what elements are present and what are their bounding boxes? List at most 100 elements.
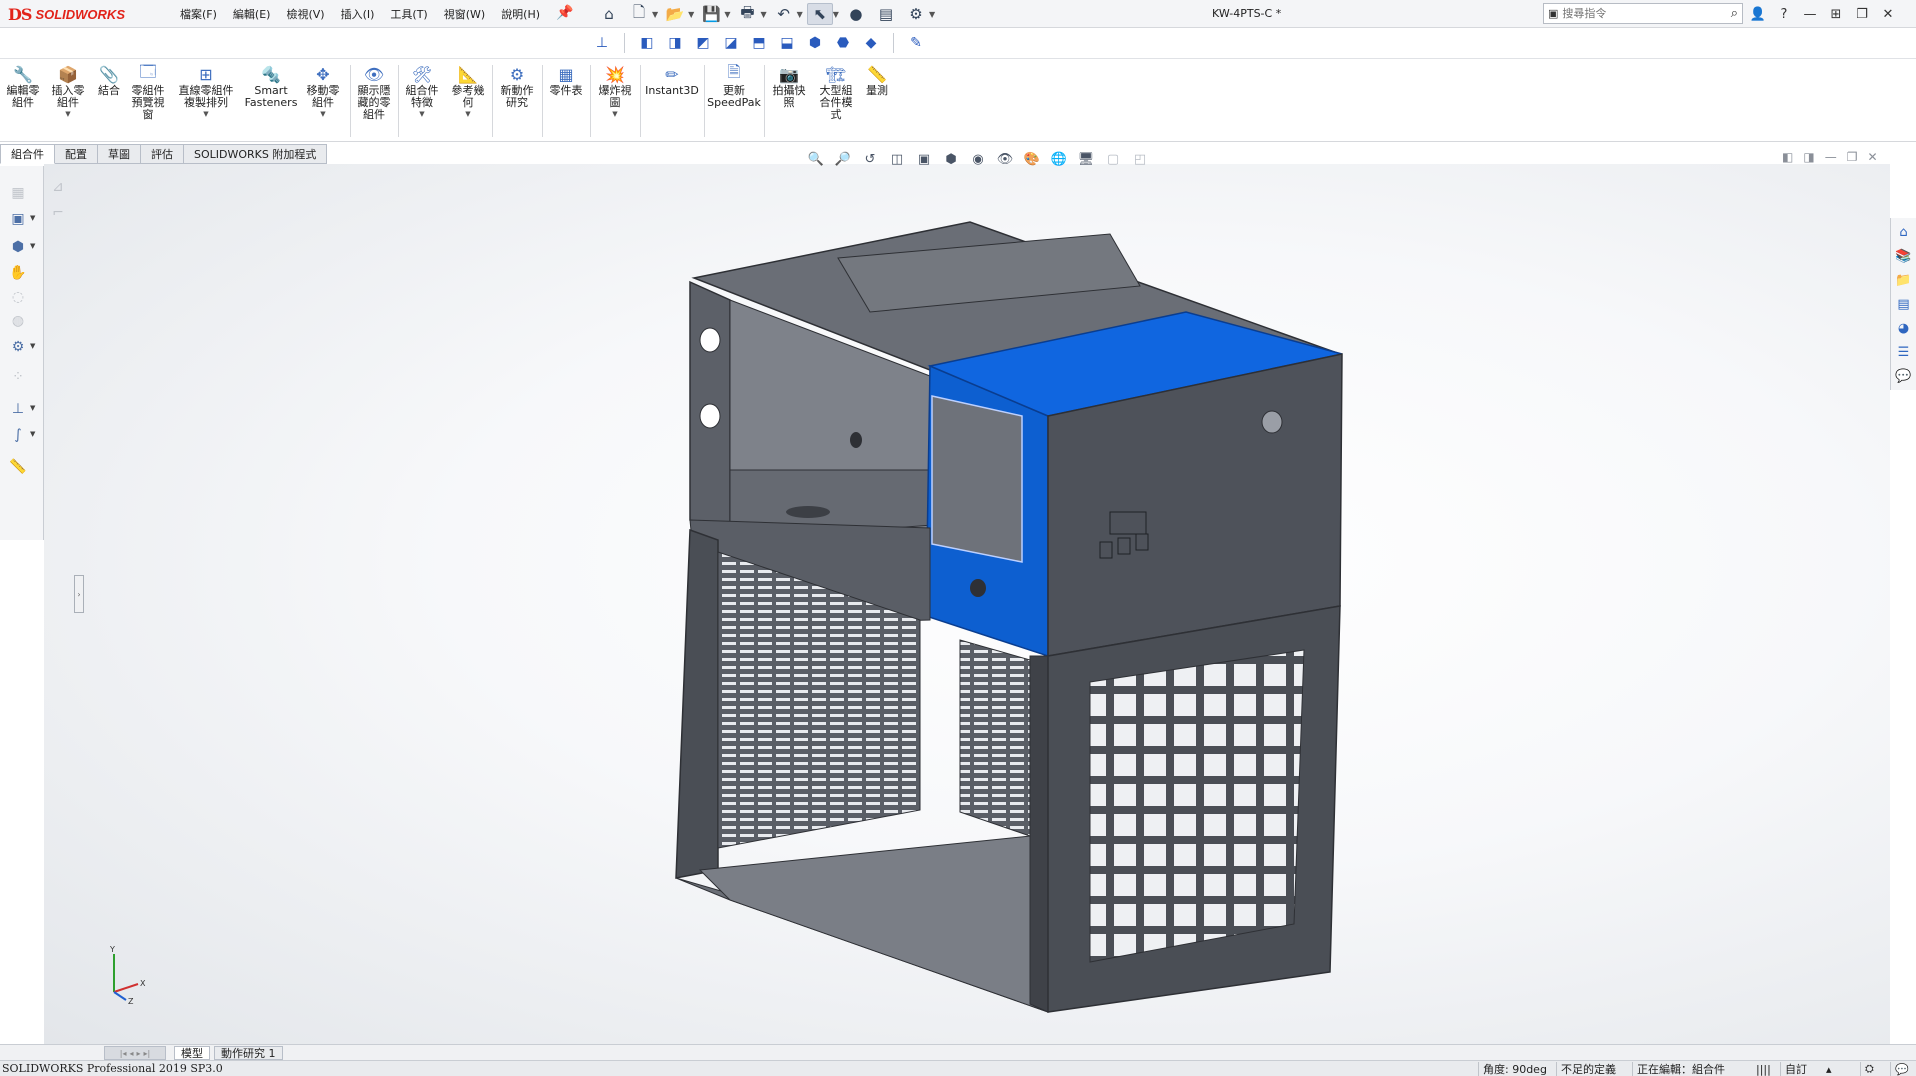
- suppress-icon[interactable]: ◍: [6, 310, 30, 332]
- select-cursor-icon[interactable]: ⬉: [806, 3, 833, 25]
- print-icon[interactable]: 🖶: [734, 3, 760, 25]
- chevron-down-icon[interactable]: ▼: [30, 404, 35, 412]
- linear-pattern-button[interactable]: ⊞ 直線零組件 複製排列 ▼: [174, 63, 238, 119]
- show-hidden-components-button[interactable]: 👁 顯示隱 藏的零 組件: [354, 63, 394, 121]
- solidworks-logo[interactable]: DS SOLIDWORKS: [8, 2, 148, 26]
- tile-left-icon[interactable]: ◧: [1782, 150, 1793, 164]
- component-preview-button[interactable]: 🗔 零組件 預覽視 窗: [128, 62, 168, 121]
- chat-icon[interactable]: 💬: [1890, 1062, 1913, 1076]
- menu-window[interactable]: 視窗(W): [436, 6, 493, 22]
- pattern-icon[interactable]: ⁘: [6, 366, 30, 388]
- trimetric-view-icon[interactable]: ⬣: [831, 31, 855, 55]
- realview-icon[interactable]: ◰: [1129, 149, 1151, 169]
- hide-show-items-icon[interactable]: 👁: [994, 149, 1016, 169]
- menu-help[interactable]: 說明(H): [493, 6, 548, 22]
- file-properties-icon[interactable]: ▤: [873, 3, 899, 25]
- search-input[interactable]: [1562, 7, 1703, 20]
- panel-collapse-handle[interactable]: ›: [74, 575, 84, 613]
- apply-scene-icon[interactable]: 🌐: [1048, 149, 1070, 169]
- chevron-down-icon[interactable]: ▼: [30, 242, 35, 250]
- home-icon[interactable]: ⌂: [596, 3, 622, 25]
- rebuild-status-icon[interactable]: ⛭: [1860, 1062, 1878, 1076]
- hand-icon[interactable]: ✋: [6, 262, 30, 284]
- appearances-icon[interactable]: ◕: [1894, 318, 1914, 338]
- save-icon[interactable]: 💾: [698, 3, 724, 25]
- tab-addins[interactable]: SOLIDWORKS 附加程式: [184, 144, 328, 164]
- sketch-icon[interactable]: ⊿: [46, 176, 70, 198]
- file-explorer-icon[interactable]: 📁: [1894, 270, 1914, 290]
- new-motion-study-button[interactable]: ⚙ 新動作 研究: [496, 63, 538, 109]
- chevron-down-icon[interactable]: ▼: [419, 110, 424, 118]
- right-view-icon[interactable]: ◪: [719, 31, 743, 55]
- undo-icon[interactable]: ↶: [771, 3, 797, 25]
- update-speedpak-button[interactable]: 🗎 更新 SpeedPak: [707, 62, 761, 109]
- tile-icon[interactable]: ⊞: [1826, 3, 1846, 25]
- menu-view[interactable]: 檢視(V): [278, 6, 332, 22]
- tab-model[interactable]: 模型: [174, 1046, 210, 1060]
- next-tab-icon[interactable]: ▸: [137, 1049, 141, 1058]
- chevron-down-icon[interactable]: ▼: [652, 10, 658, 19]
- insert-component-button[interactable]: 📦 插入零 組件 ▼: [48, 63, 88, 119]
- insert-part-icon[interactable]: ▣: [6, 208, 30, 230]
- menu-edit[interactable]: 編輯(E): [225, 6, 279, 22]
- menu-tools[interactable]: 工具(T): [382, 6, 435, 22]
- component-icon[interactable]: ▦: [6, 182, 30, 204]
- edit-appearance-icon[interactable]: 🎨: [1021, 149, 1043, 169]
- chevron-down-icon[interactable]: ▼: [929, 10, 935, 19]
- assembly-features-button[interactable]: 🛠 組合件 特徵 ▼: [402, 63, 442, 119]
- hidden-part-icon[interactable]: ◌: [6, 286, 30, 308]
- reference-icon[interactable]: ⊥: [6, 398, 30, 420]
- tile-right-icon[interactable]: ◨: [1803, 150, 1814, 164]
- front-view-icon[interactable]: ◧: [635, 31, 659, 55]
- chevron-down-icon[interactable]: ▼: [612, 110, 617, 118]
- chevron-down-icon[interactable]: ▼: [30, 342, 35, 350]
- chevron-down-icon[interactable]: ▼: [760, 10, 766, 19]
- close-icon[interactable]: ✕: [1878, 3, 1898, 25]
- help-icon[interactable]: ?: [1774, 3, 1794, 25]
- zoom-to-fit-icon[interactable]: 🔍: [805, 149, 827, 169]
- units-custom[interactable]: 自訂: [1780, 1062, 1811, 1076]
- chevron-down-icon[interactable]: ▼: [203, 110, 208, 118]
- restore-viewport-icon[interactable]: ❐: [1847, 150, 1858, 164]
- tab-layout[interactable]: 配置: [55, 144, 98, 164]
- dynamic-annotation-icon[interactable]: ▣: [913, 149, 935, 169]
- pin-icon[interactable]: 📌: [556, 5, 573, 21]
- last-tab-icon[interactable]: ▸|: [144, 1049, 151, 1058]
- chevron-down-icon[interactable]: ▼: [688, 10, 694, 19]
- zoom-to-area-icon[interactable]: 🔎: [832, 149, 854, 169]
- bom-button[interactable]: ▦ 零件表: [546, 63, 586, 97]
- tab-motion-study[interactable]: 動作研究 1: [214, 1046, 283, 1060]
- chevron-down-icon[interactable]: ▼: [320, 110, 325, 118]
- chevron-up-icon[interactable]: ▴: [1822, 1062, 1836, 1076]
- bottom-view-icon[interactable]: ⬓: [775, 31, 799, 55]
- dimetric-view-icon[interactable]: ◆: [859, 31, 883, 55]
- restore-icon[interactable]: ❐: [1852, 3, 1872, 25]
- display-pane-icon[interactable]: ▢: [1102, 149, 1124, 169]
- box-component-icon[interactable]: ⬢: [6, 236, 30, 258]
- curve-icon[interactable]: ∫: [6, 424, 30, 446]
- back-view-icon[interactable]: ◨: [663, 31, 687, 55]
- close-viewport-icon[interactable]: ✕: [1867, 150, 1877, 164]
- normal-to-icon[interactable]: ⊥: [590, 31, 614, 55]
- section-view-icon[interactable]: ◫: [886, 149, 908, 169]
- previous-view-icon[interactable]: ↺: [859, 149, 881, 169]
- view-orientation-icon[interactable]: ⬢: [940, 149, 962, 169]
- tab-assembly[interactable]: 組合件: [0, 144, 55, 164]
- prev-tab-icon[interactable]: ◂: [129, 1049, 133, 1058]
- graphics-area[interactable]: [44, 164, 1890, 1044]
- design-library-icon[interactable]: 📚: [1894, 246, 1914, 266]
- instant3d-button[interactable]: ✏ Instant3D: [644, 63, 700, 97]
- menu-insert[interactable]: 插入(I): [333, 6, 383, 22]
- chevron-down-icon[interactable]: ▼: [30, 430, 35, 438]
- chevron-down-icon[interactable]: ▼: [724, 10, 730, 19]
- reference-geometry-button[interactable]: 📐 參考幾 何 ▼: [448, 63, 488, 119]
- mate-button[interactable]: 📎 結合: [94, 63, 124, 97]
- chevron-down-icon[interactable]: ▼: [833, 10, 839, 19]
- large-assembly-mode-button[interactable]: 🏗 大型組 合件模 式: [814, 63, 858, 121]
- exploded-view-button[interactable]: 💥 爆炸視 圖 ▼: [594, 63, 636, 119]
- minimize-icon[interactable]: —: [1800, 3, 1820, 25]
- left-view-icon[interactable]: ◩: [691, 31, 715, 55]
- user-icon[interactable]: 👤: [1748, 3, 1768, 25]
- menu-file[interactable]: 檔案(F): [172, 6, 225, 22]
- edit-component-button[interactable]: 🔧 編輯零 組件: [4, 63, 42, 109]
